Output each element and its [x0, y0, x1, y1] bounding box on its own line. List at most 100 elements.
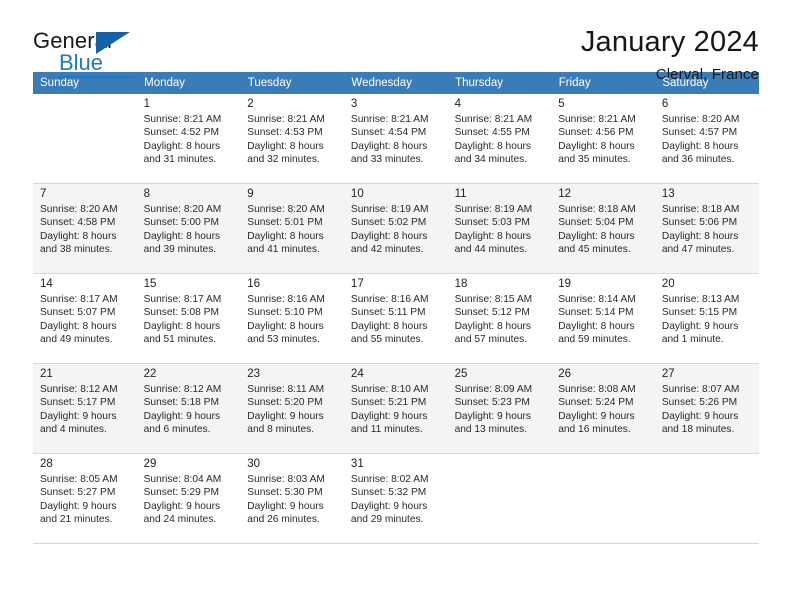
daylight-text-line2: and 57 minutes.: [454, 333, 528, 345]
day-sun-info: Sunrise: 8:16 AM Sunset: 5:11 PM Daylight:…: [351, 293, 442, 346]
calendar-day-cell[interactable]: 26 Sunrise: 8:08 AM Sunset: 5:24 PM Dayligh…: [551, 363, 655, 454]
day-sun-info: Sunrise: 8:02 AM Sunset: 5:32 PM Daylight:…: [351, 473, 442, 526]
calendar-day-cell[interactable]: 10 Sunrise: 8:19 AM Sunset: 5:02 PM Dayligh…: [343, 183, 448, 274]
day-sun-info: Sunrise: 8:18 AM Sunset: 5:04 PM Daylight:…: [558, 203, 649, 256]
day-cell-content: 27 Sunrise: 8:07 AM Sunset: 5:26 PM Dayligh…: [655, 364, 759, 453]
day-cell-content: 18 Sunrise: 8:15 AM Sunset: 5:12 PM Dayligh…: [448, 274, 552, 363]
calendar-day-cell[interactable]: 15 Sunrise: 8:17 AM Sunset: 5:08 PM Dayligh…: [136, 273, 241, 364]
calendar-week-row: 1 Sunrise: 8:21 AM Sunset: 4:52 PM Daylight…: [33, 94, 759, 184]
daylight-text-line2: and 42 minutes.: [350, 243, 424, 255]
calendar-day-cell[interactable]: 25 Sunrise: 8:09 AM Sunset: 5:23 PM Dayligh…: [447, 363, 552, 454]
calendar-body: 1 Sunrise: 8:21 AM Sunset: 4:52 PM Daylight…: [33, 94, 759, 544]
day-cell-content: 21 Sunrise: 8:12 AM Sunset: 5:17 PM Dayligh…: [33, 364, 137, 453]
day-cell-content: 19 Sunrise: 8:14 AM Sunset: 5:14 PM Dayligh…: [551, 274, 655, 363]
daylight-text-line1: Daylight: 8 hours: [558, 140, 635, 152]
day-number: 23: [247, 368, 261, 380]
sunrise-text: Sunrise: 8:02 AM: [350, 474, 429, 485]
day-number: 19: [558, 278, 571, 290]
sunrise-text: Sunrise: 8:05 AM: [40, 474, 118, 485]
sunrise-text: Sunrise: 8:21 AM: [247, 114, 325, 125]
daylight-text-line1: Daylight: 9 hours: [247, 500, 324, 512]
daylight-text-line2: and 34 minutes.: [454, 153, 528, 165]
calendar-day-cell[interactable]: 8 Sunrise: 8:20 AM Sunset: 5:00 PM Daylight…: [136, 183, 241, 274]
day-sun-info: Sunrise: 8:09 AM Sunset: 5:23 PM Daylight:…: [455, 383, 546, 436]
sunset-text: Sunset: 5:00 PM: [143, 217, 219, 229]
calendar-day-cell[interactable]: 18 Sunrise: 8:15 AM Sunset: 5:12 PM Dayligh…: [447, 273, 552, 364]
calendar-day-cell[interactable]: 19 Sunrise: 8:14 AM Sunset: 5:14 PM Dayligh…: [551, 273, 655, 364]
daylight-text-line2: and 35 minutes.: [558, 153, 631, 165]
sunset-text: Sunset: 4:57 PM: [661, 127, 738, 139]
calendar-day-cell[interactable]: 6 Sunrise: 8:20 AM Sunset: 4:57 PM Daylight…: [654, 94, 759, 184]
daylight-text-line2: and 31 minutes.: [143, 153, 217, 165]
day-sun-info: Sunrise: 8:16 AM Sunset: 5:10 PM Daylight:…: [247, 293, 338, 346]
day-cell-content: 1 Sunrise: 8:21 AM Sunset: 4:52 PM Daylight…: [137, 94, 241, 183]
calendar-day-cell[interactable]: 4 Sunrise: 8:21 AM Sunset: 4:55 PM Daylight…: [447, 94, 552, 184]
sunrise-text: Sunrise: 8:16 AM: [247, 294, 325, 305]
daylight-text-line2: and 18 minutes.: [661, 423, 735, 435]
calendar-day-cell[interactable]: 3 Sunrise: 8:21 AM Sunset: 4:54 PM Daylight…: [343, 94, 448, 184]
day-sun-info: Sunrise: 8:21 AM Sunset: 4:56 PM Daylight:…: [558, 113, 649, 166]
daylight-text-line1: Daylight: 9 hours: [143, 500, 221, 512]
sunset-text: Sunset: 4:53 PM: [247, 127, 323, 139]
calendar-day-cell[interactable]: 5 Sunrise: 8:21 AM Sunset: 4:56 PM Daylight…: [551, 94, 655, 184]
daylight-text-line2: and 49 minutes.: [40, 333, 113, 345]
calendar-day-cell[interactable]: 22 Sunrise: 8:12 AM Sunset: 5:18 PM Dayligh…: [136, 363, 241, 454]
sunset-text: Sunset: 5:03 PM: [454, 217, 530, 229]
sunrise-text: Sunrise: 8:15 AM: [454, 294, 533, 305]
day-number: 31: [350, 458, 364, 470]
sunrise-text: Sunrise: 8:17 AM: [143, 294, 222, 305]
day-sun-info: Sunrise: 8:15 AM Sunset: 5:12 PM Daylight:…: [455, 293, 546, 346]
calendar-day-cell[interactable]: 13 Sunrise: 8:18 AM Sunset: 5:06 PM Dayligh…: [654, 183, 759, 274]
sunset-text: Sunset: 4:54 PM: [350, 127, 427, 139]
calendar-day-cell[interactable]: 11 Sunrise: 8:19 AM Sunset: 5:03 PM Dayligh…: [447, 183, 552, 274]
daylight-text-line2: and 32 minutes.: [247, 153, 320, 165]
calendar-day-cell[interactable]: 16 Sunrise: 8:16 AM Sunset: 5:10 PM Dayligh…: [240, 273, 344, 364]
daylight-text-line2: and 11 minutes.: [350, 423, 423, 435]
calendar-day-cell[interactable]: 20 Sunrise: 8:13 AM Sunset: 5:15 PM Dayligh…: [654, 273, 759, 364]
calendar-day-cell[interactable]: 31 Sunrise: 8:02 AM Sunset: 5:32 PM Dayligh…: [343, 453, 448, 544]
day-sun-info: Sunrise: 8:20 AM Sunset: 5:01 PM Daylight:…: [247, 203, 338, 256]
calendar-week-row: 21 Sunrise: 8:12 AM Sunset: 5:17 PM Dayligh…: [33, 363, 759, 454]
sunset-text: Sunset: 5:30 PM: [247, 487, 323, 499]
sunset-text: Sunset: 5:26 PM: [661, 397, 738, 409]
sunrise-text: Sunrise: 8:13 AM: [661, 294, 740, 305]
daylight-text-line1: Daylight: 8 hours: [661, 230, 739, 242]
day-sun-info: Sunrise: 8:18 AM Sunset: 5:06 PM Daylight:…: [662, 203, 753, 256]
daylight-text-line2: and 26 minutes.: [247, 513, 320, 525]
day-number: 11: [454, 188, 467, 200]
calendar-day-cell[interactable]: 23 Sunrise: 8:11 AM Sunset: 5:20 PM Dayligh…: [240, 363, 344, 454]
calendar-week-row: 7 Sunrise: 8:20 AM Sunset: 4:58 PM Daylight…: [33, 183, 759, 274]
calendar-day-cell[interactable]: 14 Sunrise: 8:17 AM Sunset: 5:07 PM Dayligh…: [33, 273, 137, 364]
logo-text-blue: Blue: [59, 50, 104, 75]
day-cell-content: 12 Sunrise: 8:18 AM Sunset: 5:04 PM Dayligh…: [551, 184, 655, 273]
calendar-day-cell[interactable]: 1 Sunrise: 8:21 AM Sunset: 4:52 PM Daylight…: [136, 94, 241, 184]
day-number: 22: [143, 368, 157, 380]
calendar-day-cell[interactable]: 27 Sunrise: 8:07 AM Sunset: 5:26 PM Dayligh…: [654, 363, 759, 454]
sunrise-text: Sunrise: 8:19 AM: [454, 204, 533, 215]
calendar-day-cell[interactable]: 28 Sunrise: 8:05 AM Sunset: 5:27 PM Dayligh…: [33, 453, 137, 544]
calendar-day-cell[interactable]: 9 Sunrise: 8:20 AM Sunset: 5:01 PM Daylight…: [240, 183, 344, 274]
calendar-week-row: 14 Sunrise: 8:17 AM Sunset: 5:07 PM Dayligh…: [33, 273, 759, 364]
calendar-day-cell[interactable]: 24 Sunrise: 8:10 AM Sunset: 5:21 PM Dayligh…: [343, 363, 448, 454]
calendar-day-cell[interactable]: 21 Sunrise: 8:12 AM Sunset: 5:17 PM Dayligh…: [33, 363, 137, 454]
calendar-day-cell[interactable]: 12 Sunrise: 8:18 AM Sunset: 5:04 PM Dayligh…: [551, 183, 655, 274]
day-cell-content: 14 Sunrise: 8:17 AM Sunset: 5:07 PM Dayligh…: [33, 274, 137, 363]
sunset-text: Sunset: 5:18 PM: [143, 397, 219, 409]
calendar-day-cell[interactable]: 2 Sunrise: 8:21 AM Sunset: 4:53 PM Daylight…: [240, 94, 344, 184]
day-number: 27: [661, 368, 675, 380]
sunrise-text: Sunrise: 8:20 AM: [143, 204, 222, 215]
daylight-text-line1: Daylight: 9 hours: [247, 410, 324, 422]
day-number: 10: [350, 188, 364, 200]
calendar-day-cell[interactable]: 7 Sunrise: 8:20 AM Sunset: 4:58 PM Daylight…: [33, 183, 137, 274]
calendar-day-cell[interactable]: 17 Sunrise: 8:16 AM Sunset: 5:11 PM Dayligh…: [343, 273, 448, 364]
daylight-text-line1: Daylight: 8 hours: [350, 320, 428, 332]
sunset-text: Sunset: 5:21 PM: [350, 397, 427, 409]
sunrise-text: Sunrise: 8:07 AM: [661, 384, 740, 395]
calendar-day-cell[interactable]: 30 Sunrise: 8:03 AM Sunset: 5:30 PM Dayligh…: [240, 453, 344, 544]
daylight-text-line1: Daylight: 9 hours: [40, 500, 117, 512]
weekday-header-wednesday: Wednesday: [343, 72, 449, 94]
calendar-day-cell[interactable]: 29 Sunrise: 8:04 AM Sunset: 5:29 PM Dayligh…: [136, 453, 241, 544]
sunset-text: Sunset: 5:02 PM: [350, 217, 427, 229]
day-number: 18: [454, 278, 468, 290]
general-blue-logo[interactable]: General Blue: [33, 26, 153, 78]
